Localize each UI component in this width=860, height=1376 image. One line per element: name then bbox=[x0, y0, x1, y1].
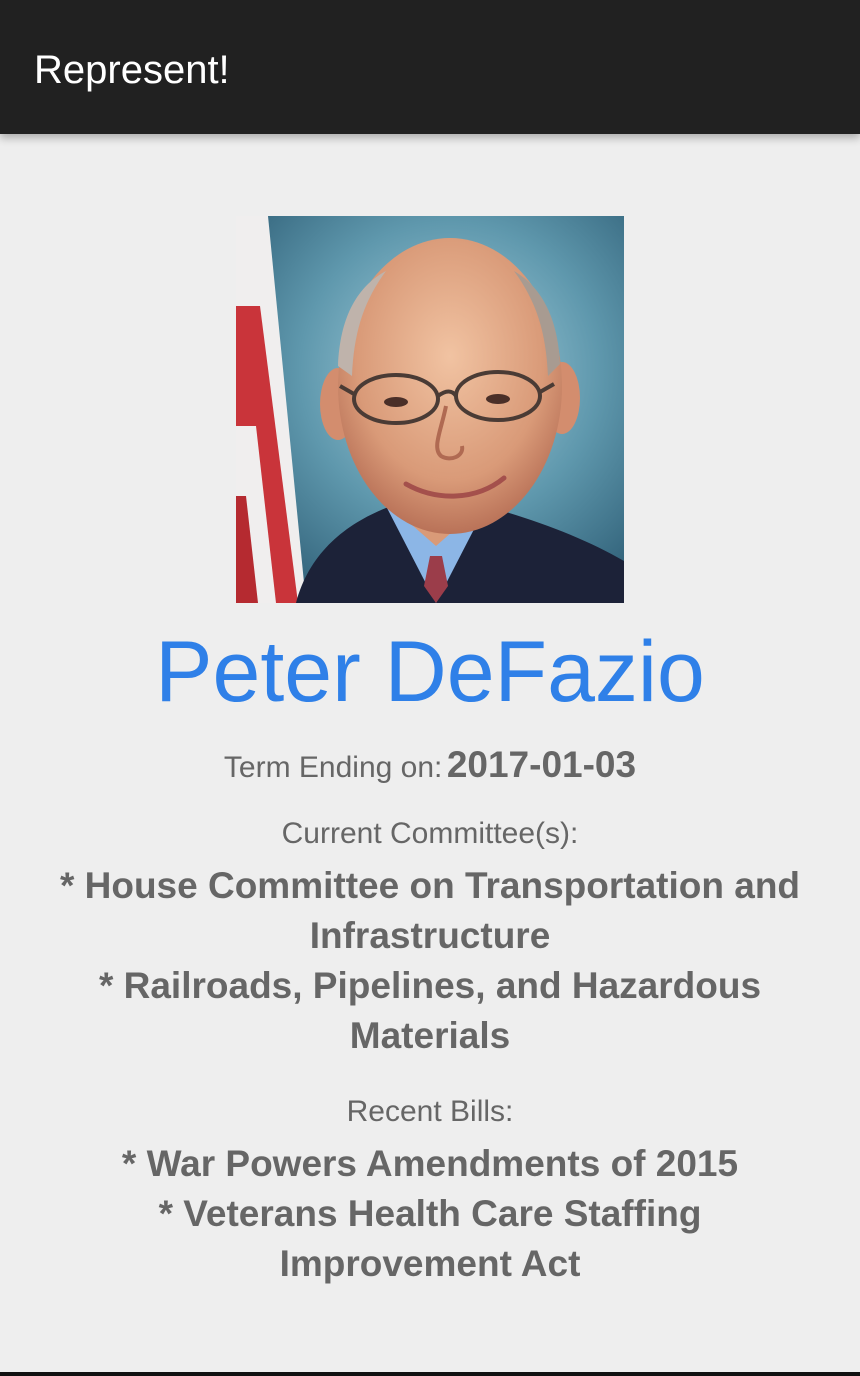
bill-item: * War Powers Amendments of 2015 bbox=[121, 1143, 739, 1184]
recent-bills-list: * War Powers Amendments of 2015 * Vetera… bbox=[50, 1139, 810, 1289]
committees-label: Current Committee(s): bbox=[281, 817, 579, 850]
committees-list: * House Committee on Transportation and … bbox=[50, 861, 810, 1061]
representative-name: Peter DeFazio bbox=[155, 624, 705, 720]
app-title: Represent! bbox=[34, 48, 230, 92]
representative-detail: Peter DeFazio Term Ending on: 2017-01-03… bbox=[0, 134, 860, 1372]
recent-bills-label: Recent Bills: bbox=[346, 1095, 514, 1128]
app-bar: Represent! bbox=[0, 0, 860, 134]
representative-photo bbox=[236, 216, 624, 603]
committee-item: * Railroads, Pipelines, and Hazardous Ma… bbox=[98, 965, 762, 1056]
committee-item: * House Committee on Transportation and … bbox=[59, 865, 801, 956]
bottom-edge bbox=[0, 1372, 860, 1376]
term-label: Term Ending on: bbox=[223, 751, 443, 784]
bill-item: * Veterans Health Care Staffing Improvem… bbox=[158, 1193, 702, 1284]
term-end-date: 2017-01-03 bbox=[446, 744, 637, 785]
term-info: Term Ending on: 2017-01-03 bbox=[0, 740, 860, 798]
